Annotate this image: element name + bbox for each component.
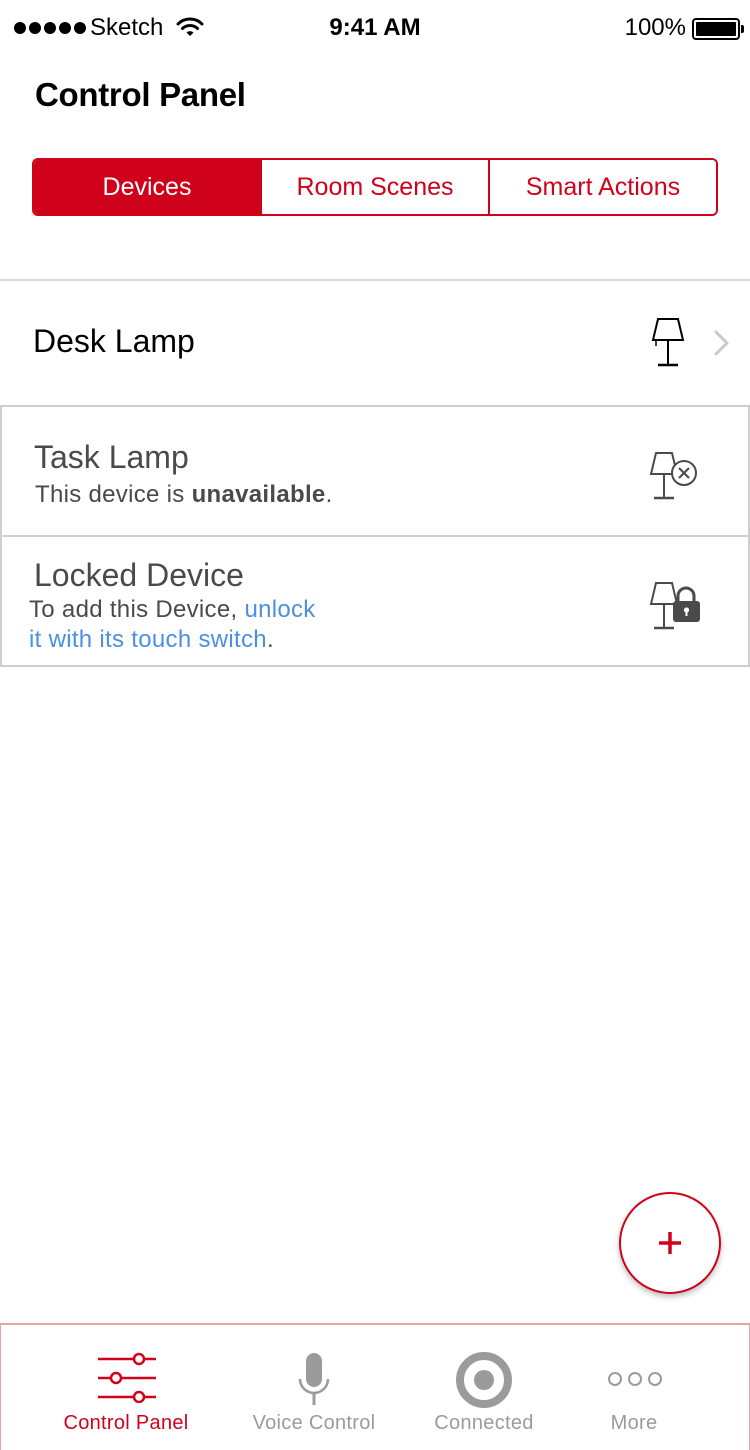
- lamp-icon: [651, 318, 685, 367]
- tab-room-scenes[interactable]: Room Scenes: [260, 160, 488, 214]
- status-unavailable: unavailable: [191, 481, 326, 508]
- tab-control-panel[interactable]: Control Panel: [41, 1325, 211, 1450]
- segmented-control: Devices Room Scenes Smart Actions: [32, 158, 718, 216]
- tab-connected[interactable]: Connected: [399, 1325, 569, 1450]
- tab-bar: Control Panel Voice Control Connected Mo…: [0, 1323, 750, 1450]
- touch-switch-link[interactable]: it with its touch switch: [29, 626, 267, 653]
- device-status: This device is unavailable.: [35, 481, 333, 509]
- status-suffix: .: [325, 481, 333, 508]
- tab-label: Voice Control: [252, 1412, 376, 1434]
- unlock-hint: To add this Device, unlock it with its to…: [29, 595, 389, 655]
- lamp-locked-icon: [649, 582, 700, 630]
- tab-label: More: [610, 1412, 658, 1434]
- add-device-button[interactable]: [619, 1192, 721, 1294]
- microphone-icon: [298, 1353, 330, 1405]
- battery-icon: [692, 18, 744, 40]
- unlock-link[interactable]: unlock: [244, 596, 315, 623]
- device-name: Desk Lamp: [33, 323, 195, 359]
- battery-percentage: 100%: [624, 14, 686, 41]
- hint-prefix: To add this Device,: [29, 596, 245, 623]
- page-title: Control Panel: [35, 76, 246, 113]
- lamp-unavailable-icon: [649, 452, 697, 500]
- device-row-task-lamp[interactable]: Task Lamp This device is unavailable.: [0, 405, 750, 537]
- tab-voice-control[interactable]: Voice Control: [229, 1325, 399, 1450]
- status-prefix: This device is: [35, 481, 192, 508]
- more-dots-icon: [608, 1372, 662, 1386]
- device-row-desk-lamp[interactable]: Desk Lamp: [0, 281, 750, 406]
- hint-suffix: .: [266, 626, 274, 653]
- tab-more[interactable]: More: [569, 1325, 699, 1450]
- tab-label: Control Panel: [63, 1412, 189, 1434]
- tab-smart-actions[interactable]: Smart Actions: [488, 160, 716, 214]
- sliders-icon: [98, 1352, 156, 1403]
- device-row-locked-device[interactable]: Locked Device To add this Device, unlock…: [0, 535, 750, 667]
- chevron-right-icon[interactable]: [712, 329, 732, 357]
- status-bar: Sketch 9:41 AM 100%: [0, 0, 750, 56]
- target-icon: [456, 1352, 512, 1408]
- device-name: Locked Device: [34, 557, 244, 593]
- plus-icon: [659, 1232, 681, 1254]
- tab-devices[interactable]: Devices: [34, 160, 260, 214]
- tab-label: Connected: [434, 1412, 534, 1434]
- device-name: Task Lamp: [34, 439, 189, 475]
